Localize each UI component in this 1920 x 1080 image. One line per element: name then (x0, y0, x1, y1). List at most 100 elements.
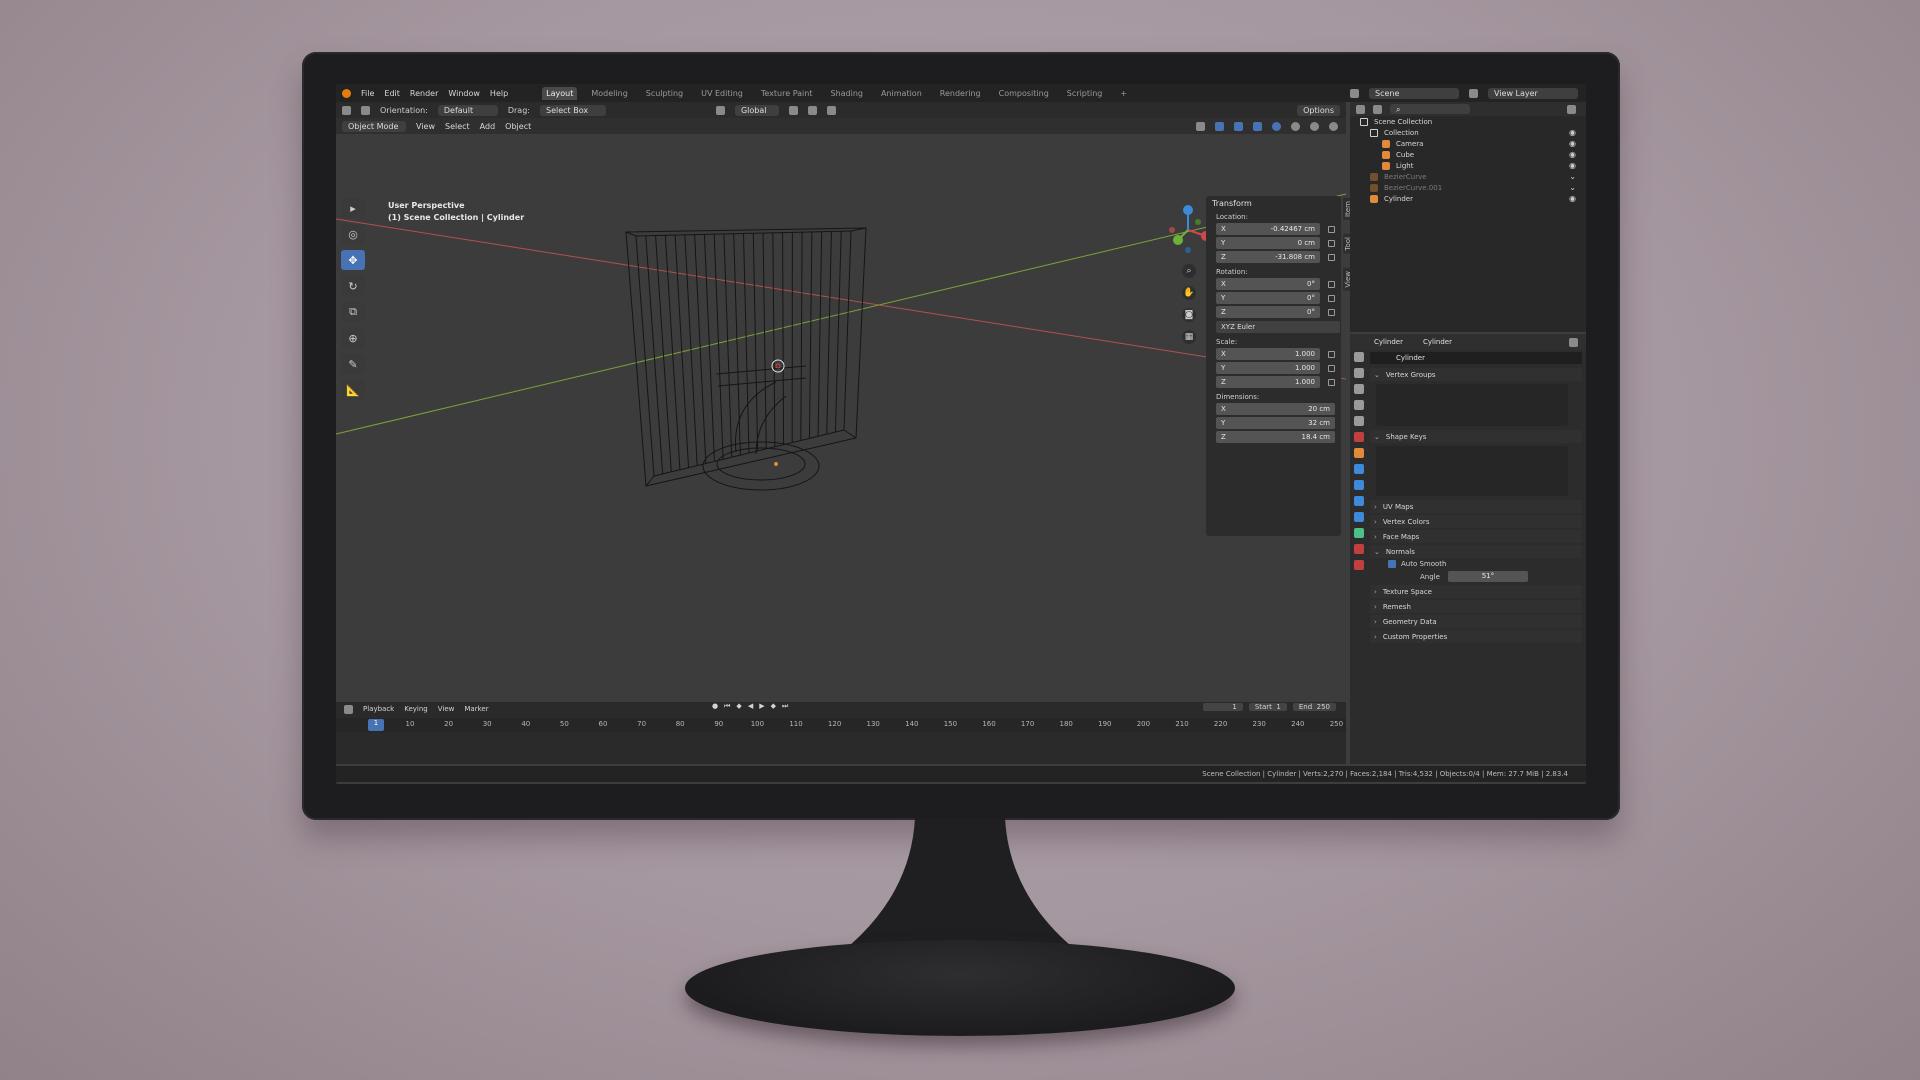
record-icon[interactable]: ● (712, 702, 718, 711)
blender-logo-icon[interactable] (342, 88, 351, 98)
location-x-field[interactable]: X -0.42467 cm (1216, 223, 1320, 235)
tab-texture-paint[interactable]: Texture Paint (757, 87, 817, 100)
transform-tool-icon[interactable]: ⊕ (341, 328, 365, 348)
add-workspace-button[interactable]: + (1116, 87, 1131, 100)
panel-face-maps[interactable]: Face Maps (1370, 530, 1582, 543)
jump-start-icon[interactable]: ⏮ (724, 702, 730, 711)
outliner-item-beziercurve[interactable]: BezierCurve ⌄ (1350, 171, 1586, 182)
auto-smooth-checkbox[interactable] (1388, 560, 1396, 568)
snap-icon[interactable] (807, 105, 817, 115)
move-tool-button[interactable]: ✥ (341, 250, 365, 270)
panel-remesh[interactable]: Remesh (1370, 600, 1582, 613)
rotation-z-field[interactable]: Z 0° (1216, 306, 1320, 318)
menu-file[interactable]: File (361, 89, 374, 98)
outliner-item-camera[interactable]: Camera ◉ (1350, 138, 1586, 149)
panel-custom-properties[interactable]: Custom Properties (1370, 630, 1582, 643)
visibility-eye-icon[interactable]: ◉ (1569, 194, 1576, 203)
rotation-mode-dropdown[interactable]: XYZ Euler (1216, 321, 1340, 333)
visibility-eye-icon[interactable]: ◉ (1569, 161, 1576, 170)
rotate-tool-icon[interactable]: ↻ (341, 276, 365, 296)
shading-wireframe-icon[interactable] (1272, 121, 1281, 131)
scale-z-field[interactable]: Z 1.000 (1216, 376, 1320, 388)
view-layer-selector[interactable]: View Layer (1488, 87, 1578, 99)
play-reverse-icon[interactable]: ◀ (748, 702, 753, 711)
outliner-item-cylinder[interactable]: Cylinder ◉ (1350, 193, 1586, 204)
scene-selector[interactable]: Scene (1369, 87, 1459, 99)
outliner-scene-collection[interactable]: Scene Collection (1350, 116, 1586, 127)
viewport-menu-view[interactable]: View (416, 122, 435, 131)
panel-texture-space[interactable]: Texture Space (1370, 585, 1582, 598)
editor-type-icon[interactable] (342, 105, 351, 115)
timeline-menu-view[interactable]: View (438, 705, 455, 713)
rotation-y-field[interactable]: Y 0° (1216, 292, 1320, 304)
display-mode-icon[interactable] (1373, 104, 1382, 114)
visibility-icon[interactable] (1196, 121, 1205, 131)
current-frame-marker[interactable]: 1 (368, 719, 384, 731)
panel-normals[interactable]: Normals (1370, 545, 1582, 558)
lock-icon[interactable] (1328, 239, 1335, 247)
modifier-tab-icon[interactable] (1354, 464, 1364, 474)
transform-orientation-dropdown[interactable]: Global (734, 104, 779, 116)
hidden-icon[interactable]: ⌄ (1569, 183, 1576, 192)
tab-modeling[interactable]: Modeling (587, 87, 631, 100)
mesh-data-tab-icon[interactable] (1354, 528, 1364, 538)
tab-animation[interactable]: Animation (877, 87, 926, 100)
current-frame-field[interactable]: 1 (1202, 703, 1243, 711)
rotation-x-field[interactable]: X 0° (1216, 278, 1320, 290)
panel-uv-maps[interactable]: UV Maps (1370, 500, 1582, 513)
tool-tab-icon[interactable] (1354, 352, 1364, 362)
zoom-icon[interactable]: ⌕ (1182, 264, 1196, 278)
drag-dropdown[interactable]: Select Box (539, 104, 606, 116)
outliner-collection[interactable]: Collection ◉ (1350, 127, 1586, 138)
scale-tool-icon[interactable]: ⧉ (341, 302, 365, 322)
particles-tab-icon[interactable] (1354, 480, 1364, 490)
dimensions-z-field[interactable]: Z 18.4 cm (1216, 431, 1335, 443)
tab-shading[interactable]: Shading (826, 87, 867, 100)
editor-type-icon[interactable] (1356, 104, 1365, 114)
mesh-breadcrumb[interactable]: Cylinder (1423, 338, 1452, 346)
ortho-grid-icon[interactable]: ▦ (1182, 330, 1196, 344)
shading-material-icon[interactable] (1310, 121, 1319, 131)
dimensions-y-field[interactable]: Y 32 cm (1216, 417, 1335, 429)
timeline-menu-keying[interactable]: Keying (404, 705, 428, 713)
physics-tab-icon[interactable] (1354, 496, 1364, 506)
outliner-item-beziercurve-001[interactable]: BezierCurve.001 ⌄ (1350, 182, 1586, 193)
timeline-menu-marker[interactable]: Marker (464, 705, 488, 713)
transform-panel-title[interactable]: Transform (1212, 199, 1335, 208)
visibility-eye-icon[interactable]: ◉ (1569, 139, 1576, 148)
shading-solid-icon[interactable] (1291, 121, 1300, 131)
xray-toggle-icon[interactable] (1253, 121, 1262, 131)
tab-sculpting[interactable]: Sculpting (642, 87, 687, 100)
next-keyframe-icon[interactable]: ◆ (771, 702, 776, 711)
menu-render[interactable]: Render (410, 89, 438, 98)
dimensions-x-field[interactable]: X 20 cm (1216, 403, 1335, 415)
menu-window[interactable]: Window (448, 89, 480, 98)
proportional-edit-icon[interactable] (826, 105, 836, 115)
mode-dropdown[interactable]: Object Mode (342, 120, 406, 132)
viewport-menu-add[interactable]: Add (480, 122, 496, 131)
lock-icon[interactable] (1328, 253, 1335, 261)
outliner-item-cube[interactable]: Cube ◉ (1350, 149, 1586, 160)
clock-icon[interactable] (344, 704, 353, 714)
panel-shape-keys[interactable]: Shape Keys (1370, 430, 1582, 443)
overlay-toggle-icon[interactable] (1234, 121, 1243, 131)
mesh-name-field[interactable]: Cylinder (1370, 352, 1582, 364)
object-tab-icon[interactable] (1354, 448, 1364, 458)
scale-x-field[interactable]: X 1.000 (1216, 348, 1320, 360)
annotate-tool-icon[interactable]: ✎ (341, 354, 365, 374)
vertex-groups-list[interactable] (1376, 384, 1568, 426)
tab-scripting[interactable]: Scripting (1063, 87, 1107, 100)
menu-help[interactable]: Help (490, 89, 508, 98)
jump-end-icon[interactable]: ⏭ (782, 702, 788, 711)
output-tab-icon[interactable] (1354, 384, 1364, 394)
visibility-eye-icon[interactable]: ◉ (1569, 128, 1576, 137)
pin-icon[interactable] (1569, 337, 1578, 347)
timeline-menu-playback[interactable]: Playback (363, 705, 394, 713)
texture-tab-icon[interactable] (1354, 560, 1364, 570)
camera-view-icon[interactable]: ◙ (1182, 308, 1196, 322)
prev-keyframe-icon[interactable]: ◆ (736, 702, 741, 711)
shape-keys-list[interactable] (1376, 446, 1568, 496)
material-tab-icon[interactable] (1354, 544, 1364, 554)
outliner-item-light[interactable]: Light ◉ (1350, 160, 1586, 171)
lock-icon[interactable] (1328, 350, 1335, 358)
